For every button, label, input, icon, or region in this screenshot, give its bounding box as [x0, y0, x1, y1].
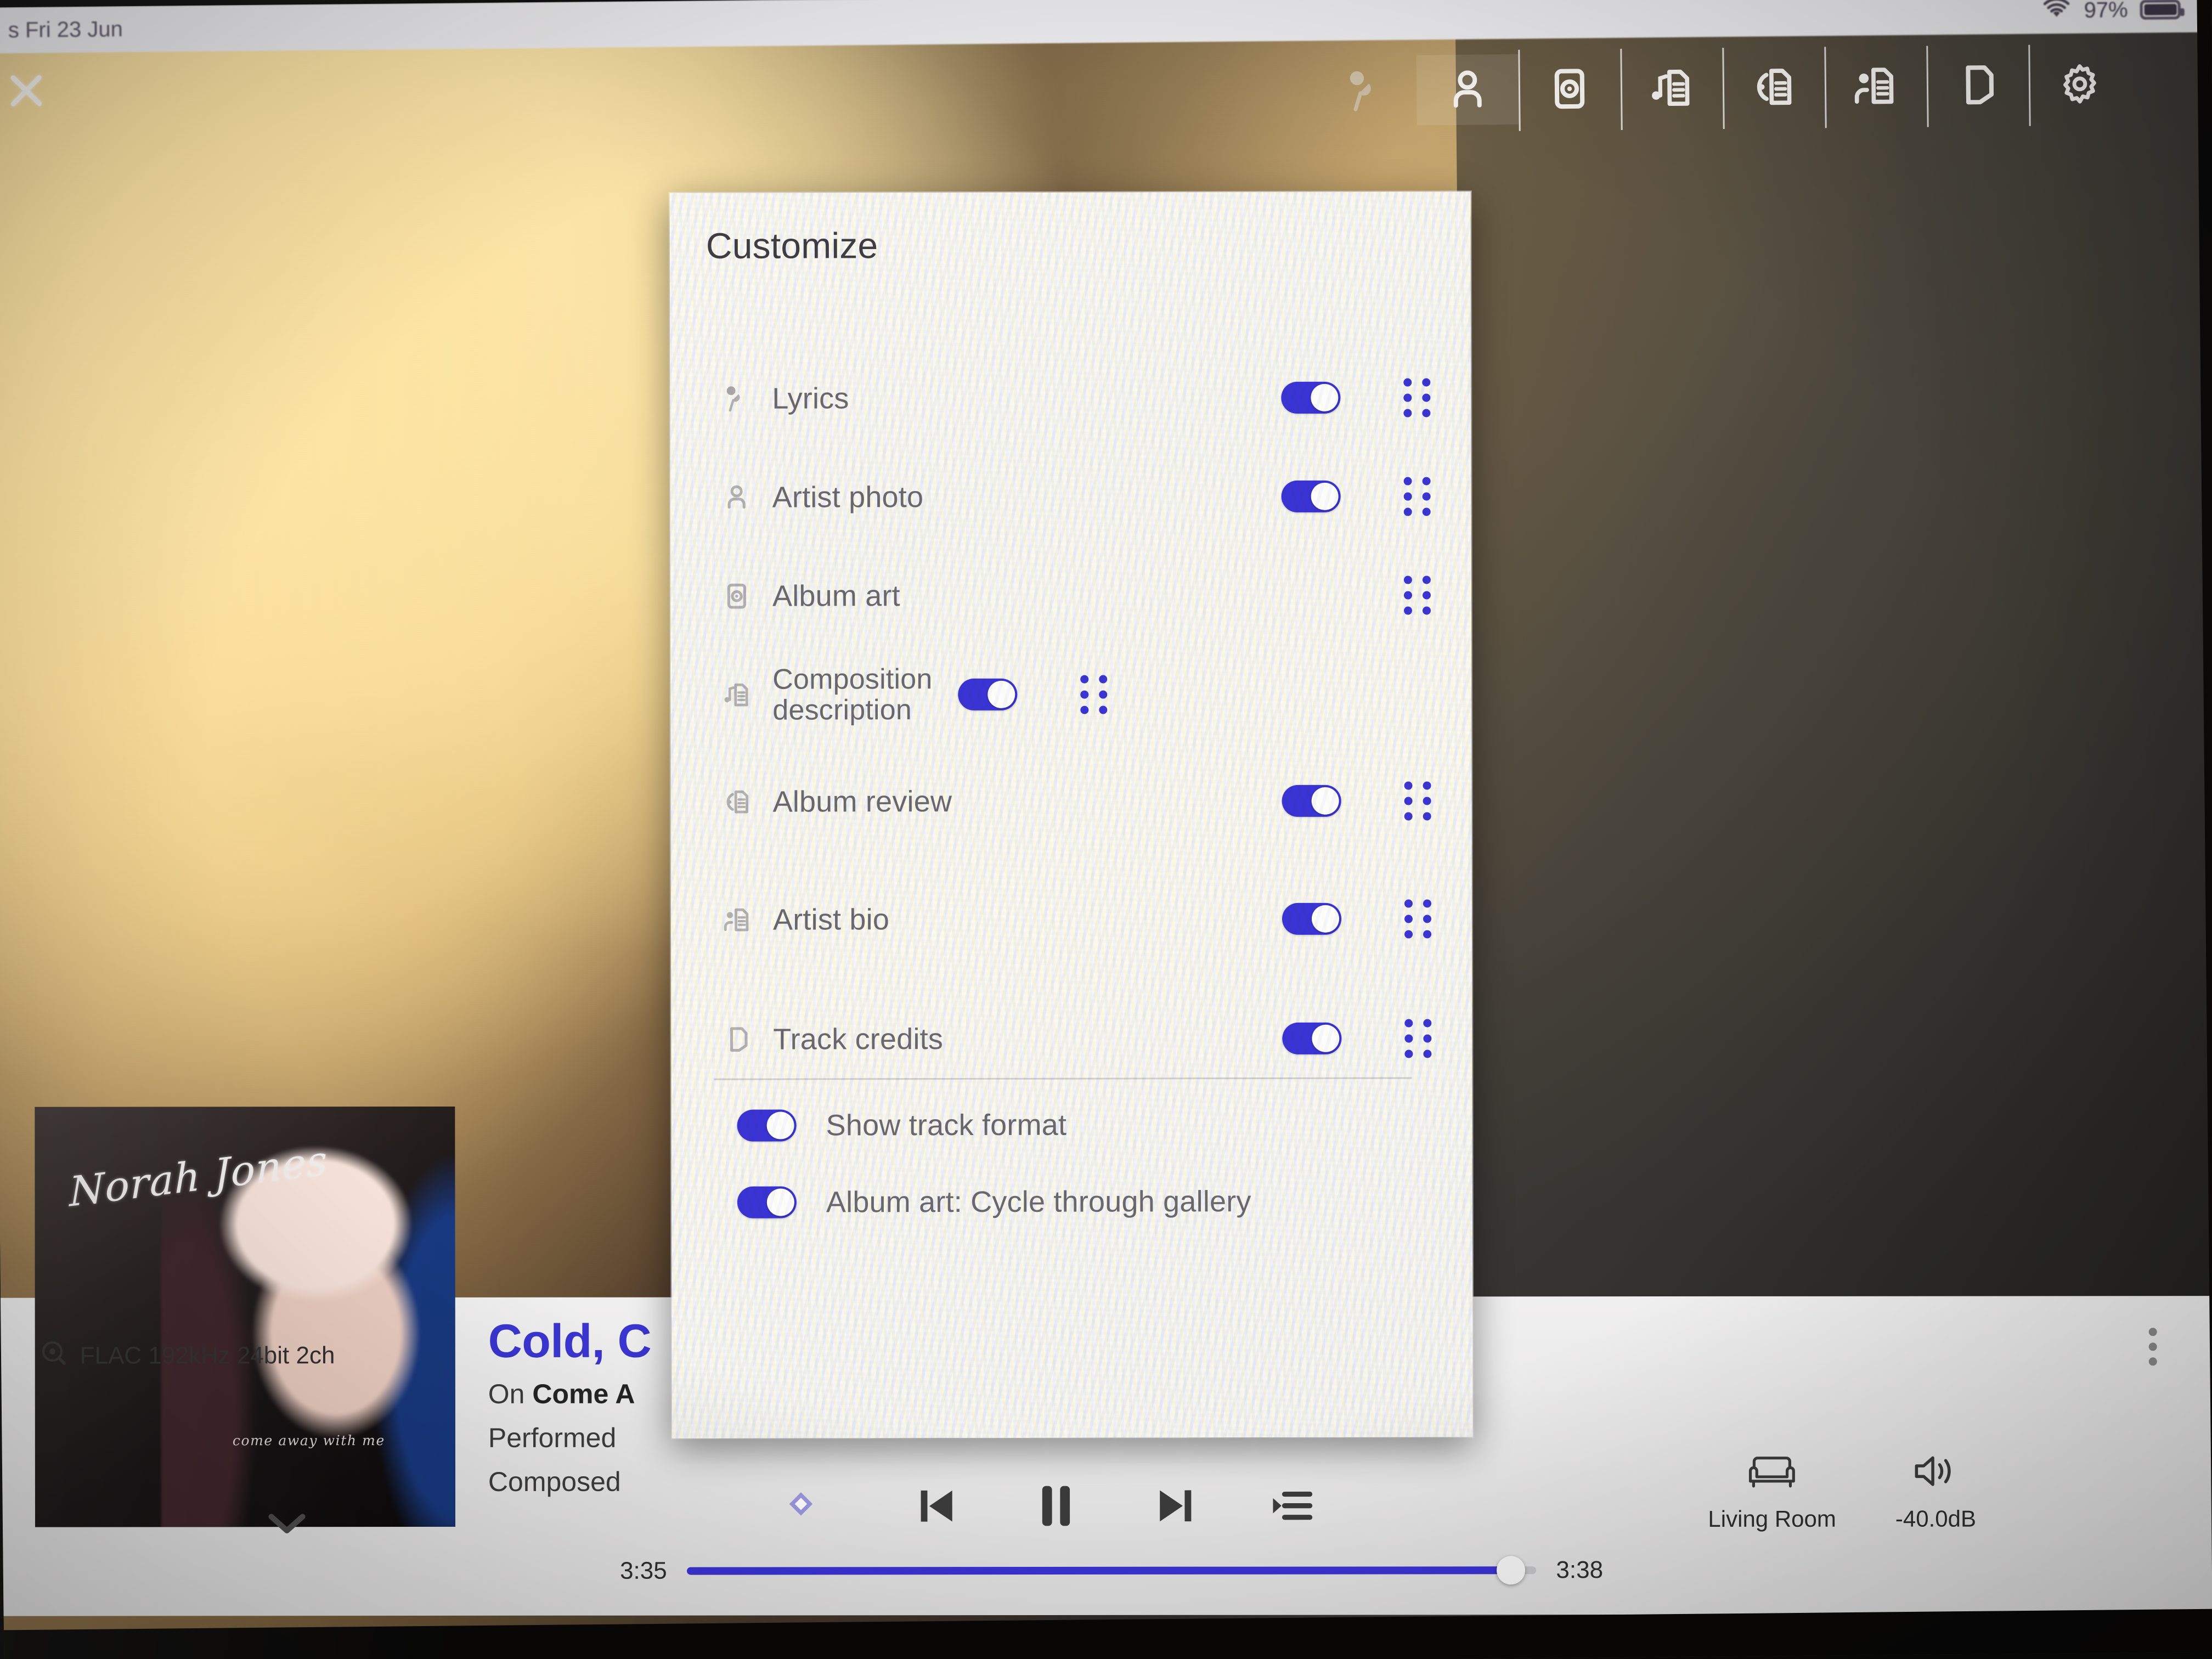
dialog-title: Customize	[706, 225, 878, 266]
track-format-row: FLAC 192kHz 24bit 2ch	[40, 1338, 335, 1373]
album-art-thumbnail[interactable]: Norah Jones come away with me	[35, 1106, 455, 1527]
toolbar-item-artist-photo[interactable]	[1416, 54, 1519, 126]
customize-row-album-review[interactable]: Album review	[670, 759, 1471, 843]
person-icon	[1442, 64, 1493, 115]
cycle-gallery-toggle[interactable]	[737, 1186, 797, 1218]
drag-handle-icon[interactable]	[1402, 575, 1433, 615]
album-review-icon	[714, 786, 761, 818]
customize-row-track-credits[interactable]: Track credits	[671, 997, 1472, 1081]
status-bar-right: 97%	[2041, 0, 2181, 26]
album-review-icon	[1748, 61, 1799, 112]
microphone-icon	[713, 383, 760, 415]
track-credits-toggle[interactable]	[1282, 1022, 1342, 1054]
photograph-of-tablet-screen: s Fri 23 Jun 97% Norah Jones come away w…	[0, 0, 2212, 1659]
microphone-icon	[1340, 65, 1391, 116]
composition-description-icon	[1646, 63, 1697, 114]
toolbar-item-composition-description[interactable]	[1620, 52, 1723, 123]
customize-row-label: Album art	[772, 579, 900, 613]
album-art-icon	[1544, 63, 1595, 114]
customize-row-label: Composition description	[772, 663, 933, 726]
option-row-show-track-format[interactable]: Show track format	[672, 1091, 1472, 1159]
toolbar-item-track-credits[interactable]	[1926, 49, 2029, 121]
option-label: Show track format	[826, 1108, 1067, 1142]
drag-handle-icon[interactable]	[1403, 781, 1434, 821]
toolbar-item-lyrics[interactable]	[1314, 55, 1417, 127]
battery-percent-label: 97%	[2084, 0, 2128, 22]
customize-row-label: Lyrics	[772, 382, 849, 415]
gear-icon	[2056, 59, 2104, 108]
speaker-icon	[1910, 1451, 1961, 1495]
toolbar-item-album-art[interactable]	[1518, 53, 1621, 125]
show-track-format-toggle[interactable]	[737, 1109, 797, 1142]
next-track-icon[interactable]	[1150, 1481, 1201, 1534]
output-controls: Living Room -40.0dB	[1708, 1451, 1976, 1532]
toolbar-item-artist-bio[interactable]	[1824, 50, 1927, 122]
customize-row-label: Artist photo	[772, 480, 924, 514]
artist-bio-toggle[interactable]	[1282, 902, 1342, 935]
status-bar-left: s Fri 23 Jun	[8, 17, 123, 43]
volume-value: -40.0dB	[1895, 1505, 1976, 1532]
customize-row-label: Artist bio	[772, 903, 890, 936]
queue-icon[interactable]	[1267, 1481, 1317, 1534]
customize-row-album-art[interactable]: Album art	[670, 554, 1471, 637]
battery-icon	[2140, 0, 2181, 20]
drag-handle-icon[interactable]	[1402, 476, 1433, 516]
previous-track-icon[interactable]	[911, 1481, 962, 1534]
seek-bar-fill	[686, 1566, 1511, 1575]
seek-bar[interactable]	[686, 1556, 1537, 1585]
sofa-icon	[1745, 1451, 1799, 1495]
more-vertical-icon[interactable]	[2148, 1328, 2157, 1366]
drag-handle-icon[interactable]	[1402, 377, 1432, 417]
option-label: Album art: Cycle through gallery	[826, 1185, 1251, 1219]
drag-handle-icon[interactable]	[1079, 675, 1109, 714]
drag-handle-icon[interactable]	[1403, 899, 1434, 939]
disc-search-icon	[40, 1339, 68, 1373]
album-review-toggle[interactable]	[1282, 785, 1341, 817]
zone-name: Living Room	[1708, 1505, 1836, 1532]
wifi-icon	[2041, 0, 2072, 26]
album-line-prefix: On	[488, 1379, 533, 1410]
artist-bio-icon	[1850, 60, 1901, 111]
customize-row-composition-description[interactable]: Composition description	[670, 652, 1471, 736]
customize-row-lyrics[interactable]: Lyrics	[670, 356, 1471, 440]
tablet-screen: s Fri 23 Jun 97% Norah Jones come away w…	[0, 0, 2212, 1659]
person-icon	[713, 482, 760, 514]
customize-row-artist-photo[interactable]: Artist photo	[670, 455, 1471, 539]
customize-row-label: Track credits	[773, 1022, 944, 1056]
pause-icon[interactable]	[1028, 1477, 1085, 1537]
close-icon[interactable]	[1, 64, 52, 115]
zone-selector[interactable]: Living Room	[1708, 1451, 1836, 1532]
track-credits-icon	[1953, 59, 2004, 110]
remaining-time: 3:38	[1556, 1556, 1604, 1584]
artist-photo-toggle[interactable]	[1281, 480, 1341, 512]
composition-description-toggle[interactable]	[958, 678, 1018, 710]
lyrics-toggle[interactable]	[1281, 381, 1341, 414]
seek-bar-row: 3:35 3:38	[0, 1545, 2212, 1596]
seek-bar-knob[interactable]	[1496, 1556, 1525, 1585]
toolbar-item-settings[interactable]	[2028, 48, 2131, 120]
album-title-caption: come away with me	[232, 1432, 385, 1448]
customize-row-artist-bio[interactable]: Artist bio	[671, 877, 1472, 961]
composition-description-icon	[713, 679, 760, 711]
status-bar-datetime: s Fri 23 Jun	[8, 16, 123, 42]
album-art-icon	[713, 580, 760, 612]
album-name[interactable]: Come A	[532, 1379, 635, 1409]
option-row-cycle-gallery[interactable]: Album art: Cycle through gallery	[672, 1168, 1472, 1235]
track-credits-icon	[714, 1024, 761, 1056]
artist-bio-icon	[714, 904, 761, 936]
customize-dialog: Customize Lyrics Artist photo Album art	[669, 191, 1473, 1438]
customize-row-label: Album review	[772, 785, 952, 819]
track-format-text: FLAC 192kHz 24bit 2ch	[80, 1341, 335, 1369]
drag-handle-icon[interactable]	[1403, 1018, 1434, 1058]
volume-control[interactable]: -40.0dB	[1895, 1451, 1976, 1532]
elapsed-time: 3:35	[620, 1557, 667, 1584]
toolbar-item-album-review[interactable]	[1722, 51, 1825, 122]
content-type-toolbar	[1314, 48, 2131, 126]
